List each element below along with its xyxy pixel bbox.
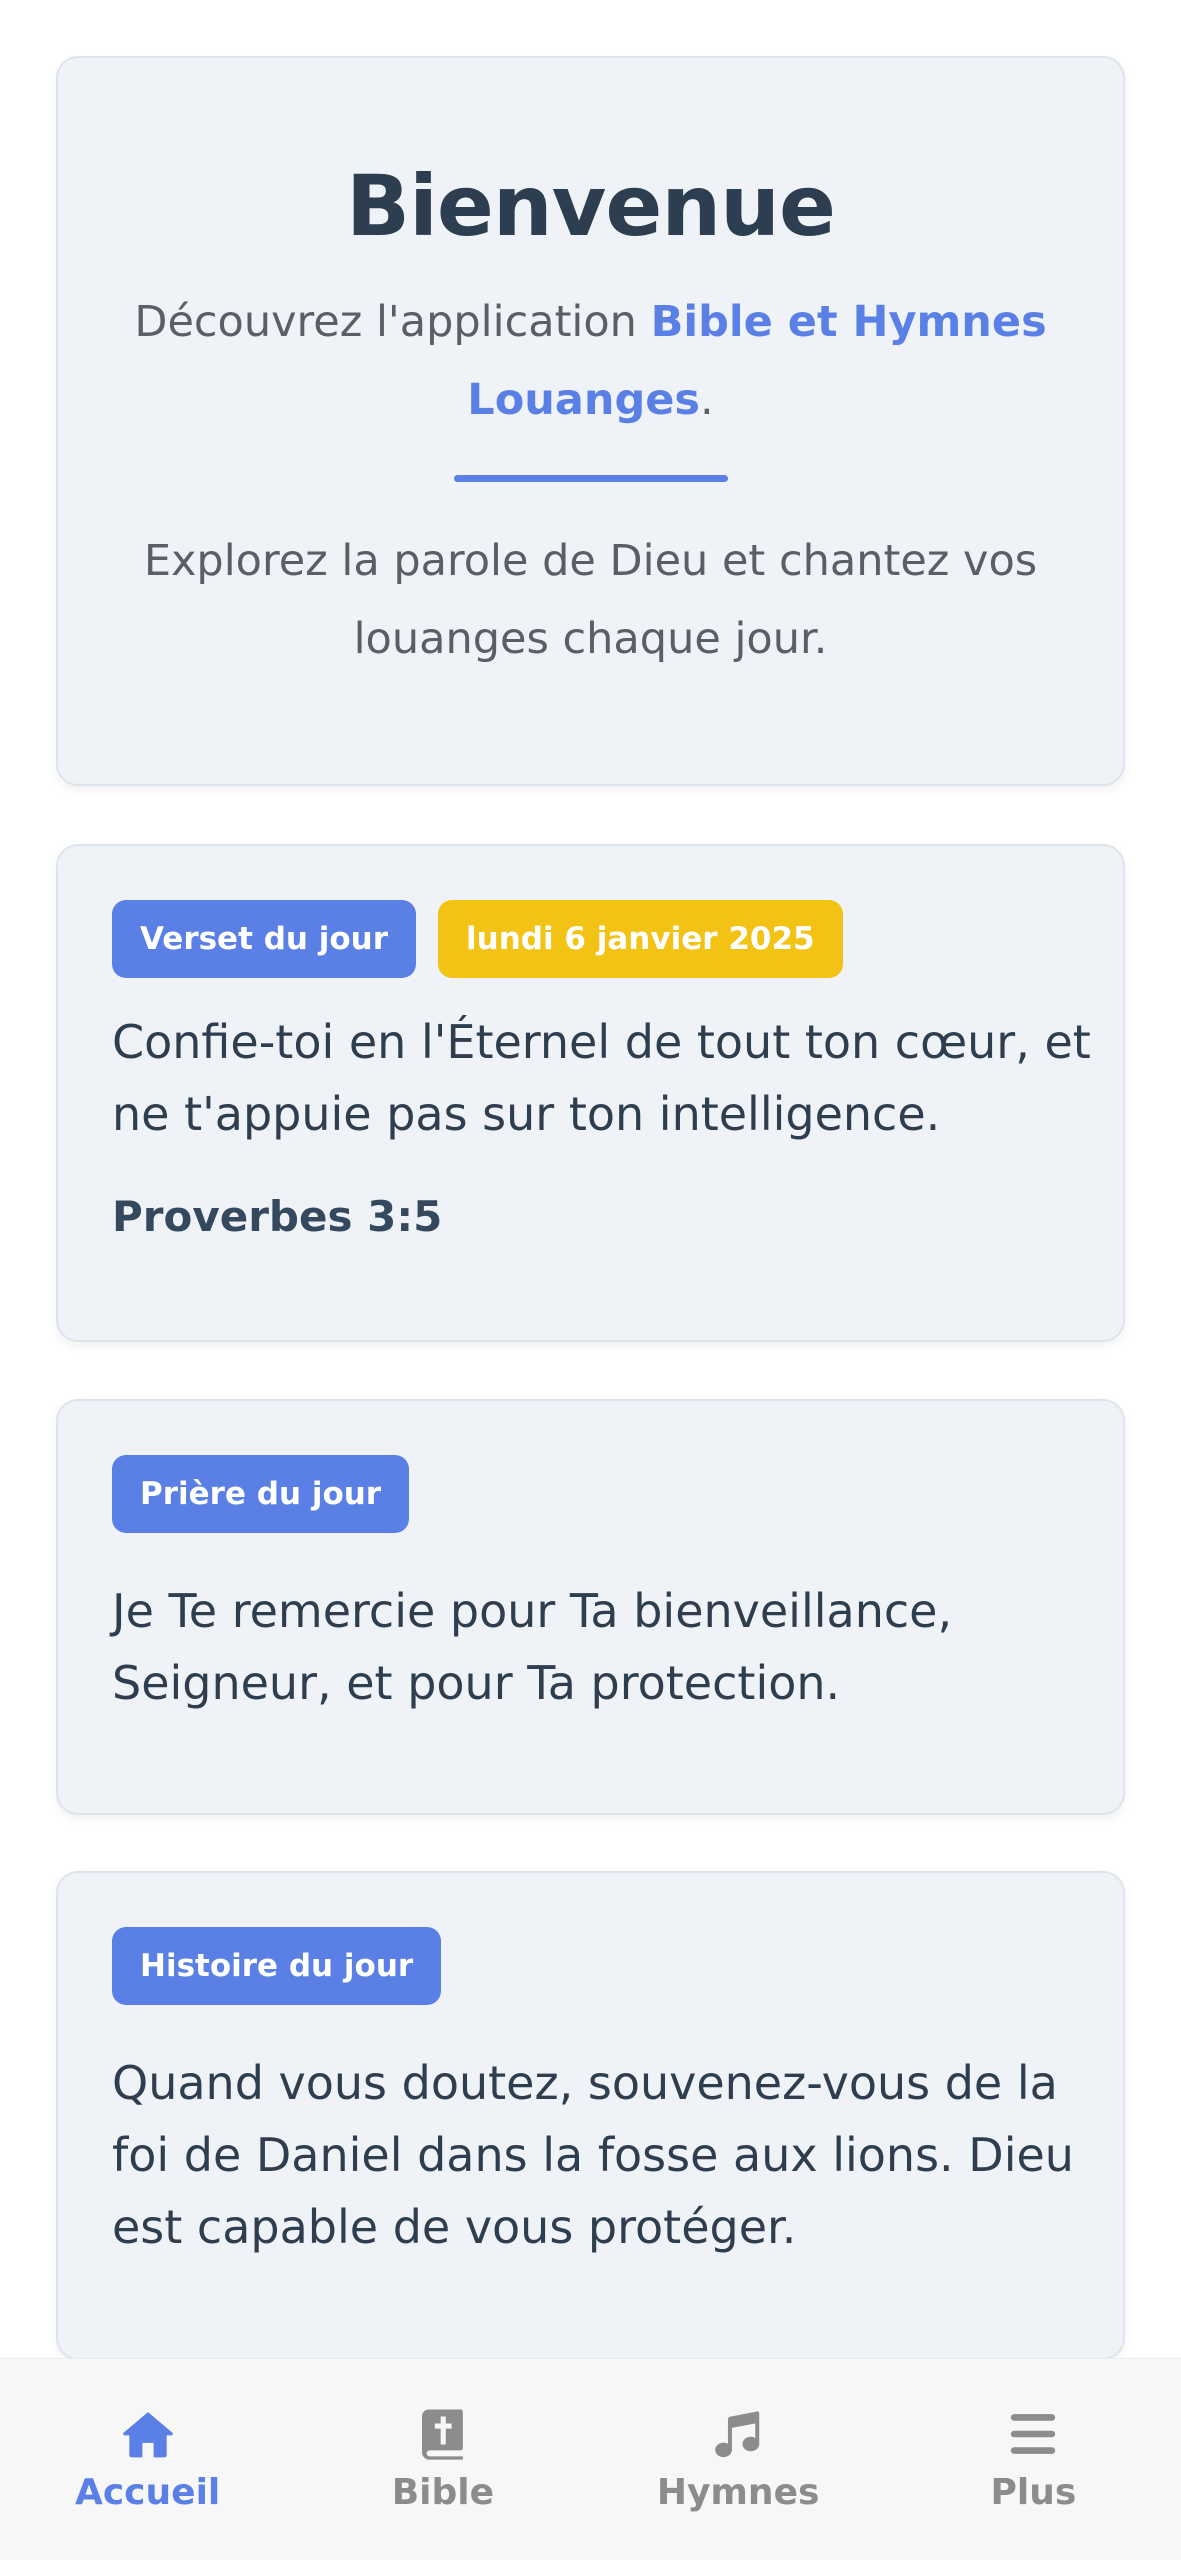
page-title: Bienvenue (346, 157, 836, 255)
date-badge: lundi 6 janvier 2025 (438, 900, 843, 978)
bottom-navigation: Accueil Bible Hymnes Plus (0, 2358, 1181, 2560)
welcome-intro: Découvrez l'application Bible et Hymnes … (121, 283, 1061, 439)
nav-label: Plus (990, 2472, 1077, 2513)
prayer-of-the-day-card[interactable]: Prière du jour Je Te remercie pour Ta bi… (56, 1399, 1125, 1815)
music-note-icon (715, 2411, 760, 2458)
verse-badges: Verset du jour lundi 6 janvier 2025 (112, 900, 843, 978)
verse-text: Confie-toi en l'Éternel de tout ton cœur… (112, 1015, 1091, 1141)
bible-icon (421, 2409, 463, 2460)
verse-of-the-day-card[interactable]: Verset du jour lundi 6 janvier 2025 Conf… (56, 844, 1125, 1342)
home-icon (122, 2412, 173, 2458)
prayer-badge: Prière du jour (112, 1455, 410, 1533)
nav-item-plus[interactable]: Plus (913, 2406, 1153, 2513)
prayer-badges: Prière du jour (112, 1455, 410, 1533)
nav-label: Hymnes (656, 2472, 820, 2513)
story-badge: Histoire du jour (112, 1927, 442, 2005)
nav-item-hymnes[interactable]: Hymnes (618, 2406, 858, 2513)
menu-icon (1011, 2414, 1056, 2454)
nav-item-accueil[interactable]: Accueil (28, 2406, 268, 2513)
story-badges: Histoire du jour (112, 1927, 442, 2005)
story-of-the-day-card[interactable]: Histoire du jour Quand vous doutez, souv… (56, 1871, 1125, 2360)
welcome-card: Bienvenue Découvrez l'application Bible … (56, 56, 1125, 786)
verse-badge: Verset du jour (112, 900, 417, 978)
story-text: Quand vous doutez, souvenez-vous de la f… (112, 2056, 1074, 2254)
welcome-explore-text: Explorez la parole de Dieu et chantez vo… (143, 535, 1038, 664)
intro-suffix: . (700, 374, 714, 425)
nav-label: Bible (391, 2472, 495, 2513)
home-screen: Bienvenue Découvrez l'application Bible … (0, 0, 1181, 2560)
prayer-text: Je Te remercie pour Ta bienveillance, Se… (112, 1584, 953, 1710)
nav-label: Accueil (74, 2472, 221, 2513)
accent-divider (453, 474, 728, 482)
nav-item-bible[interactable]: Bible (323, 2406, 563, 2513)
verse-reference: Proverbes 3:5 (112, 1192, 443, 1241)
intro-prefix: Découvrez l'application (134, 296, 651, 347)
